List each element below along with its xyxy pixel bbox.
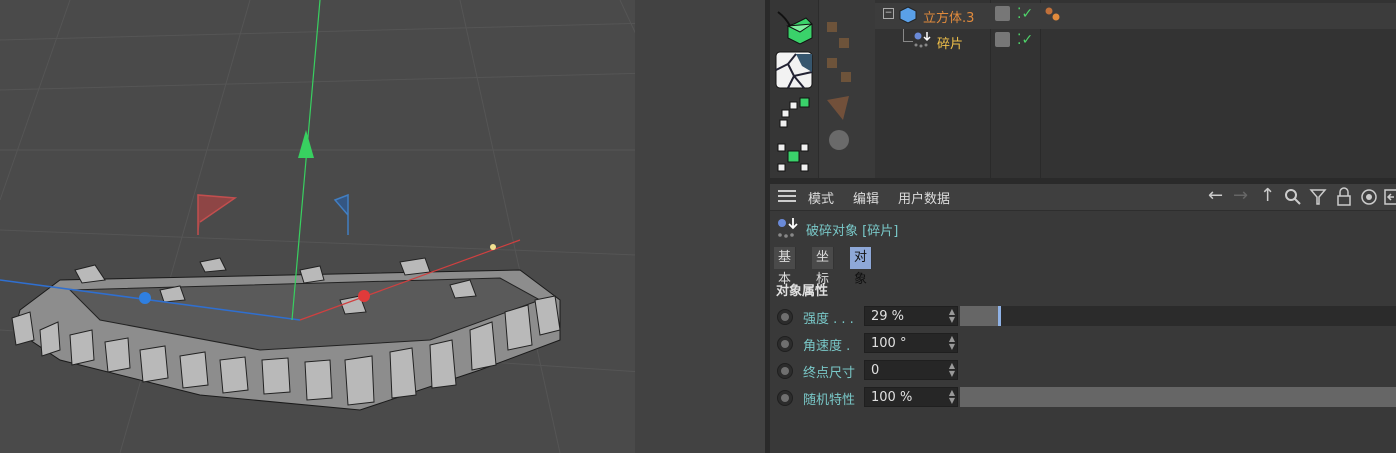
angular-velocity-input[interactable]: 100 ° — [864, 333, 958, 353]
param-label: 终点尺寸 — [803, 366, 856, 381]
section-title: 对象属性 — [776, 284, 829, 299]
spinner-icon[interactable]: ▲ ▼ — [948, 389, 956, 405]
fracture-tool-icon[interactable] — [774, 50, 814, 90]
spinner-icon[interactable]: ▲ ▼ — [948, 362, 956, 378]
lock-icon[interactable] — [1335, 187, 1353, 207]
fracture-object-icon — [778, 218, 798, 238]
param-label: 角速度 . — [803, 339, 851, 354]
keyframe-radio-icon[interactable] — [777, 390, 793, 406]
edit-tag-icon[interactable] — [995, 32, 1010, 47]
menu-user-data[interactable]: 用户数据 — [898, 188, 950, 207]
target-icon[interactable] — [1360, 188, 1378, 206]
visibility-check-icon[interactable]: ⁚✓ — [1017, 6, 1033, 22]
keyframe-radio-icon[interactable] — [777, 336, 793, 352]
randomness-input[interactable]: 100 % — [864, 387, 958, 407]
object-name[interactable]: 立方体.3 — [923, 7, 974, 26]
keyframe-radio-icon[interactable] — [777, 309, 793, 325]
object-row-cube[interactable]: − 立方体.3 ⁚✓ — [875, 3, 1396, 29]
param-angular-velocity[interactable]: 角速度 . 100 ° ▲ ▼ — [770, 332, 1396, 356]
back-arrow-icon[interactable]: ← — [1208, 185, 1223, 206]
slider-fill — [960, 306, 998, 326]
cube-object-icon — [899, 6, 917, 24]
hamburger-menu-icon[interactable] — [778, 190, 796, 192]
cloner-tool-icon[interactable] — [774, 136, 814, 176]
visibility-check-icon[interactable]: ⁚✓ — [1017, 32, 1033, 48]
collapse-icon[interactable]: − — [883, 8, 894, 19]
tab-coordinates[interactable]: 坐标 — [812, 247, 835, 287]
end-size-input[interactable]: 0 — [864, 360, 958, 380]
randomness-slider[interactable] — [960, 387, 1396, 407]
spinner-icon[interactable]: ▲ ▼ — [948, 308, 956, 324]
param-end-size[interactable]: 终点尺寸 0 ▲ ▼ — [770, 359, 1396, 383]
search-icon[interactable] — [1284, 188, 1302, 206]
slider-fill — [960, 387, 1396, 407]
strength-input[interactable]: 29 % — [864, 306, 958, 326]
array-tool-icon[interactable] — [774, 94, 814, 134]
viewport-scene — [0, 0, 765, 453]
cube-tool-icon[interactable] — [774, 8, 814, 48]
edit-tag-icon[interactable] — [995, 6, 1010, 21]
new-panel-icon[interactable] — [1384, 188, 1396, 206]
up-arrow-icon[interactable]: ↑ — [1260, 185, 1275, 206]
tag-icon[interactable] — [1043, 5, 1063, 25]
strength-slider[interactable] — [960, 306, 1396, 326]
filter-icon[interactable] — [1309, 188, 1327, 206]
tab-object[interactable]: 对象 — [850, 247, 873, 287]
attribute-manager: 模式 编辑 用户数据 ← → ↑ 破碎对象 [碎片] 基本 坐标 对象 对象属性… — [770, 184, 1396, 453]
param-strength[interactable]: 强度 . . . 29 % ▲ ▼ — [770, 305, 1396, 329]
slider-thumb[interactable] — [997, 306, 1001, 326]
menu-mode[interactable]: 模式 — [808, 188, 834, 207]
object-manager: − 立方体.3 ⁚✓ 碎片 ⁚✓ — [875, 0, 1396, 178]
shards-object[interactable] — [11, 257, 561, 411]
object-name[interactable]: 碎片 — [937, 33, 963, 52]
spinner-icon[interactable]: ▲ ▼ — [948, 335, 956, 351]
object-title: 破碎对象 [碎片] — [806, 224, 899, 239]
param-randomness[interactable]: 随机特性 100 % ▲ ▼ — [770, 386, 1396, 410]
param-label: 强度 . . . — [803, 312, 854, 327]
menu-edit[interactable]: 编辑 — [853, 188, 879, 207]
tab-basic[interactable]: 基本 — [774, 247, 797, 287]
forward-arrow-icon[interactable]: → — [1233, 185, 1248, 206]
object-row-shards[interactable]: 碎片 ⁚✓ — [875, 29, 1396, 55]
keyframe-radio-icon[interactable] — [777, 363, 793, 379]
param-label: 随机特性 — [803, 393, 856, 408]
tool-palette — [770, 0, 818, 178]
fracture-object-icon — [914, 32, 931, 48]
layer-strip — [818, 0, 876, 178]
viewport-3d[interactable] — [0, 0, 765, 453]
attribute-menubar: 模式 编辑 用户数据 ← → ↑ — [770, 184, 1396, 211]
